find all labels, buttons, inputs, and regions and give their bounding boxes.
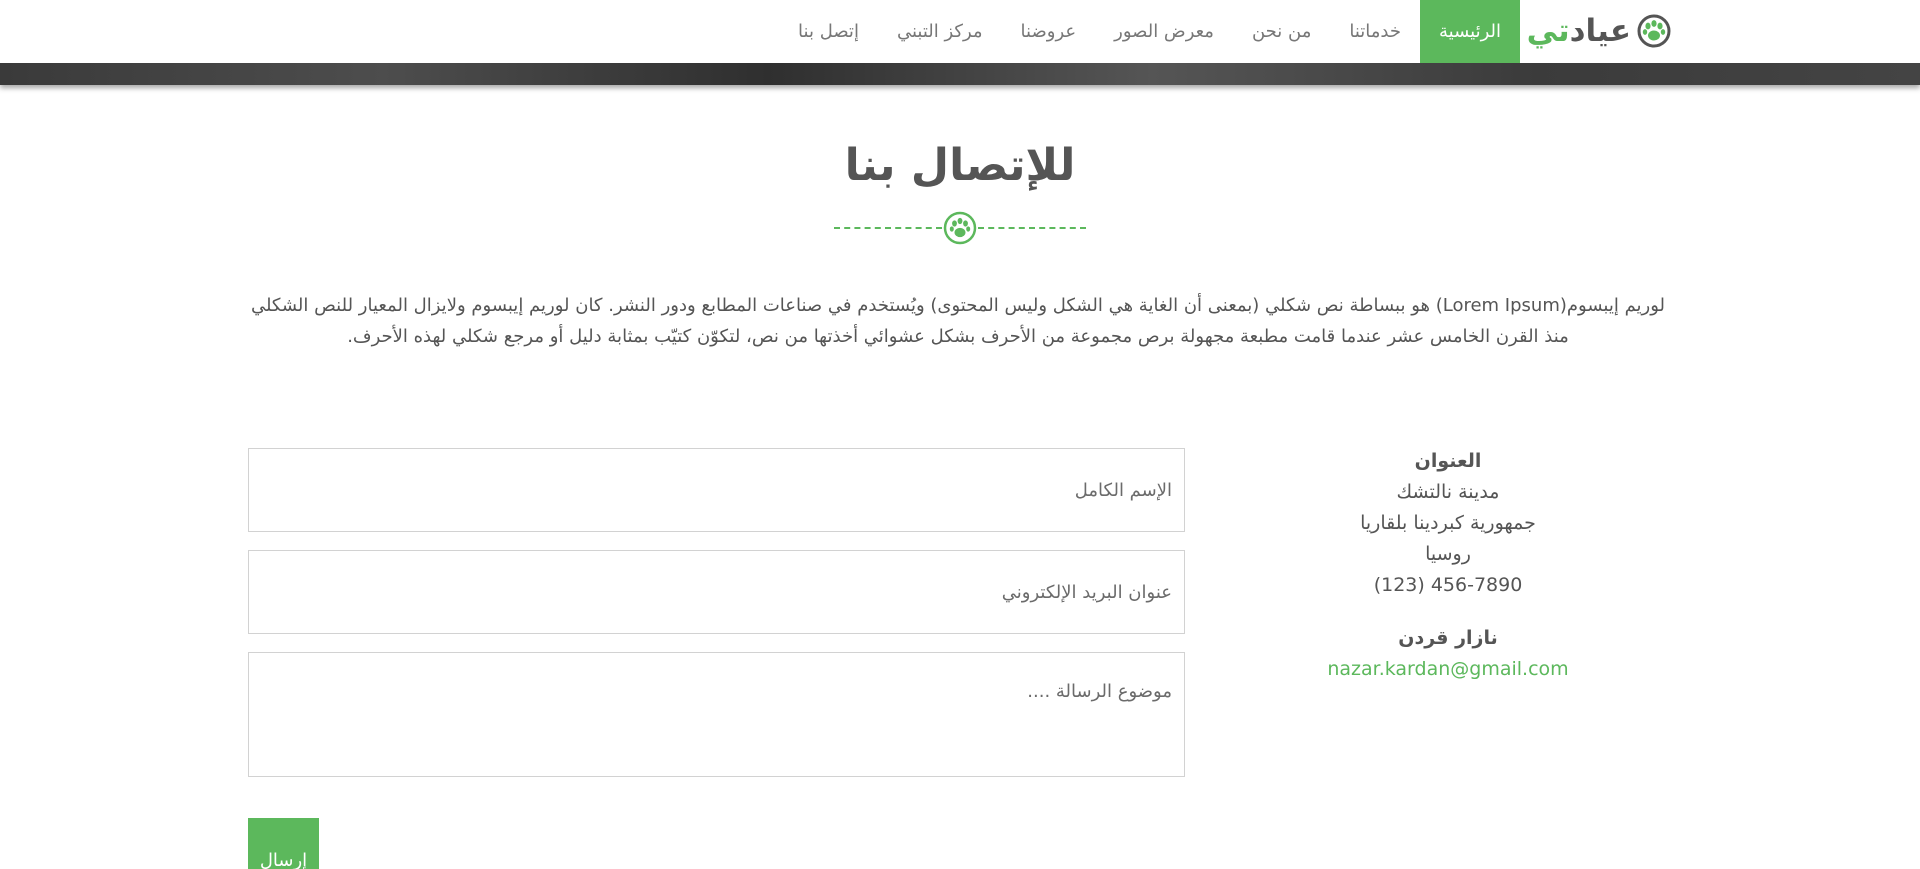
brand-name-part1: عياد (1569, 13, 1632, 49)
hero-image-strip (0, 63, 1920, 85)
brand-name-part2: تي (1526, 13, 1571, 49)
email-input[interactable] (248, 550, 1185, 634)
nav-item-gallery[interactable]: معرض الصور (1095, 0, 1233, 63)
nav-item-adoption[interactable]: مركز التبني (878, 0, 1002, 63)
address-city: مدينة نالتشك (1396, 481, 1500, 503)
nav-item-about[interactable]: من نحن (1233, 0, 1330, 63)
contact-person-name: نازار قردن (1398, 627, 1498, 649)
nav-item-contact[interactable]: إتصل بنا (779, 0, 878, 63)
address-region: جمهورية كبردينا بلقاريا (1360, 512, 1536, 534)
nav-item-home[interactable]: الرئيسية (1420, 0, 1520, 63)
submit-button[interactable]: إرسال (248, 818, 319, 869)
contact-info: العنوان مدينة نالتشك جمهورية كبردينا بلق… (1298, 446, 1598, 685)
full-name-input[interactable] (248, 448, 1185, 532)
address-country: روسيا (1425, 543, 1471, 565)
brand-logo[interactable]: عيادتي (1527, 10, 1671, 52)
title-divider (834, 211, 1086, 245)
email-link[interactable]: nazar.kardan@gmail.com (1298, 654, 1598, 685)
navbar: عيادتي الرئيسية خدماتنا من نحن معرض الصو… (0, 0, 1920, 63)
message-textarea[interactable] (248, 652, 1185, 777)
paw-icon (943, 211, 977, 245)
address-heading: العنوان (1414, 450, 1482, 472)
paw-icon (1637, 14, 1671, 48)
nav-item-services[interactable]: خدماتنا (1330, 0, 1420, 63)
divider-line-left (834, 227, 942, 229)
nav-item-offers[interactable]: عروضنا (1002, 0, 1096, 63)
main-nav: الرئيسية خدماتنا من نحن معرض الصور عروضن… (779, 0, 1520, 63)
phone-number: (123) 456-7890 (1373, 574, 1523, 596)
brand-name: عيادتي (1526, 13, 1632, 49)
section-title: للإتصال بنا (844, 140, 1076, 191)
divider-line-right (978, 227, 1086, 229)
intro-paragraph: لوريم إيبسوم(Lorem Ipsum) هو ببساطة نص ش… (250, 295, 1666, 347)
